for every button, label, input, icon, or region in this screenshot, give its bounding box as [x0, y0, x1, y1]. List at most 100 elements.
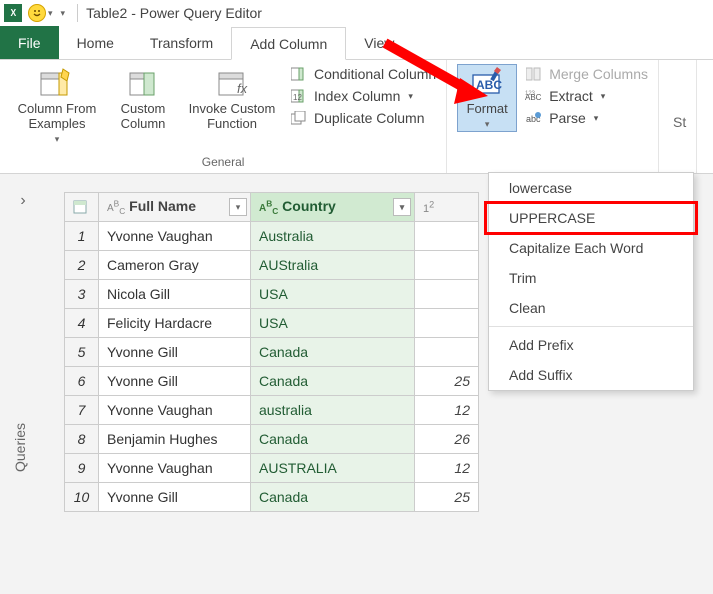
row-number[interactable]: 10 — [65, 483, 99, 512]
data-grid[interactable]: ABC Full Name ▾ ABC Country ▾ 12 1Yvonne… — [64, 192, 479, 512]
cell-full-name[interactable]: Nicola Gill — [99, 280, 251, 309]
row-number[interactable]: 4 — [65, 309, 99, 338]
row-number[interactable]: 2 — [65, 251, 99, 280]
table-row[interactable]: 10Yvonne GillCanada25 — [65, 483, 479, 512]
cell-number[interactable] — [415, 222, 479, 251]
table-row[interactable]: 9Yvonne VaughanAUSTRALIA12 — [65, 454, 479, 483]
menu-item-lowercase[interactable]: lowercase — [489, 173, 693, 203]
qat-overflow-icon[interactable]: ▾ — [61, 8, 66, 19]
column-header-full-name[interactable]: ABC Full Name ▾ — [99, 193, 251, 222]
menu-separator — [489, 326, 693, 327]
table-row[interactable]: 4Felicity HardacreUSA — [65, 309, 479, 338]
invoke-custom-function-label: Invoke Custom Function — [182, 102, 282, 132]
row-number[interactable]: 8 — [65, 425, 99, 454]
duplicate-column-label: Duplicate Column — [314, 110, 425, 126]
cell-number[interactable]: 12 — [415, 454, 479, 483]
menu-item-trim[interactable]: Trim — [489, 263, 693, 293]
duplicate-column-button[interactable]: Duplicate Column — [290, 110, 436, 126]
select-all-corner[interactable] — [65, 193, 99, 222]
invoke-custom-function-icon: fx — [214, 66, 250, 100]
chevron-down-icon: ▾ — [408, 91, 413, 102]
cell-full-name[interactable]: Benjamin Hughes — [99, 425, 251, 454]
table-row[interactable]: 5Yvonne GillCanada — [65, 338, 479, 367]
cell-country[interactable]: Australia — [251, 222, 415, 251]
row-number[interactable]: 7 — [65, 396, 99, 425]
cell-country[interactable]: USA — [251, 280, 415, 309]
menu-item-clean[interactable]: Clean — [489, 293, 693, 323]
custom-column-icon — [125, 66, 161, 100]
row-number[interactable]: 5 — [65, 338, 99, 367]
cell-country[interactable]: Canada — [251, 425, 415, 454]
chevron-down-icon: ▾ — [594, 113, 599, 124]
merge-columns-icon — [525, 66, 543, 82]
cell-full-name[interactable]: Yvonne Vaughan — [99, 454, 251, 483]
tab-view[interactable]: View — [346, 26, 412, 59]
cell-country[interactable]: Canada — [251, 338, 415, 367]
format-button[interactable]: ABC Format ▾ — [457, 64, 517, 132]
expand-queries-icon[interactable]: › — [20, 192, 25, 210]
index-column-button[interactable]: 12 Index Column ▾ — [290, 88, 436, 104]
cell-full-name[interactable]: Felicity Hardacre — [99, 309, 251, 338]
cell-country[interactable]: AUStralia — [251, 251, 415, 280]
merge-columns-button[interactable]: Merge Columns — [525, 66, 648, 82]
row-number[interactable]: 6 — [65, 367, 99, 396]
menu-item-uppercase[interactable]: UPPERCASE — [489, 203, 693, 233]
svg-text:123: 123 — [525, 91, 536, 97]
qat-dropdown-icon[interactable]: ▾ — [48, 8, 53, 19]
cell-number[interactable] — [415, 280, 479, 309]
cell-full-name[interactable]: Yvonne Gill — [99, 338, 251, 367]
extract-button[interactable]: ABC123 Extract ▾ — [525, 88, 648, 104]
cell-number[interactable]: 25 — [415, 483, 479, 512]
cell-number[interactable]: 25 — [415, 367, 479, 396]
tab-transform[interactable]: Transform — [132, 26, 231, 59]
row-number[interactable]: 9 — [65, 454, 99, 483]
column-header-country[interactable]: ABC Country ▾ — [251, 193, 415, 222]
cell-number[interactable] — [415, 338, 479, 367]
cell-full-name[interactable]: Cameron Gray — [99, 251, 251, 280]
excel-icon: X — [4, 4, 22, 22]
table-row[interactable]: 6Yvonne GillCanada25 — [65, 367, 479, 396]
cell-full-name[interactable]: Yvonne Vaughan — [99, 222, 251, 251]
table-row[interactable]: 1Yvonne VaughanAustralia — [65, 222, 479, 251]
row-number[interactable]: 1 — [65, 222, 99, 251]
cell-full-name[interactable]: Yvonne Vaughan — [99, 396, 251, 425]
cell-country[interactable]: Canada — [251, 367, 415, 396]
extract-label: Extract — [549, 88, 593, 104]
menu-item-add-prefix[interactable]: Add Prefix — [489, 330, 693, 360]
cell-number[interactable]: 26 — [415, 425, 479, 454]
cell-country[interactable]: AUSTRALIA — [251, 454, 415, 483]
parse-button[interactable]: abc Parse ▾ — [525, 110, 648, 126]
cell-number[interactable] — [415, 251, 479, 280]
conditional-column-label: Conditional Column — [314, 66, 436, 82]
table-row[interactable]: 2Cameron GrayAUStralia — [65, 251, 479, 280]
cell-country[interactable]: australia — [251, 396, 415, 425]
table-row[interactable]: 8Benjamin HughesCanada26 — [65, 425, 479, 454]
cell-number[interactable] — [415, 309, 479, 338]
cell-number[interactable]: 12 — [415, 396, 479, 425]
invoke-custom-function-button[interactable]: fx Invoke Custom Function — [182, 64, 282, 132]
table-row[interactable]: 3Nicola GillUSA — [65, 280, 479, 309]
column-from-examples-icon — [39, 66, 75, 100]
conditional-column-icon — [290, 66, 308, 82]
column-header-number[interactable]: 12 — [415, 193, 479, 222]
menu-item-add-suffix[interactable]: Add Suffix — [489, 360, 693, 390]
tab-home[interactable]: Home — [59, 26, 132, 59]
cell-full-name[interactable]: Yvonne Gill — [99, 367, 251, 396]
titlebar-divider — [77, 4, 78, 22]
tab-add-column[interactable]: Add Column — [231, 27, 346, 60]
row-number[interactable]: 3 — [65, 280, 99, 309]
tab-file[interactable]: File — [0, 26, 59, 59]
menu-item-capitalize[interactable]: Capitalize Each Word — [489, 233, 693, 263]
type-number-icon: 12 — [423, 203, 434, 215]
cell-country[interactable]: USA — [251, 309, 415, 338]
table-row[interactable]: 7Yvonne Vaughanaustralia12 — [65, 396, 479, 425]
filter-button[interactable]: ▾ — [229, 198, 247, 216]
filter-button[interactable]: ▾ — [393, 198, 411, 216]
column-from-examples-button[interactable]: Column From Examples ▾ — [10, 64, 104, 145]
conditional-column-button[interactable]: Conditional Column — [290, 66, 436, 82]
cell-full-name[interactable]: Yvonne Gill — [99, 483, 251, 512]
format-dropdown-menu: lowercase UPPERCASE Capitalize Each Word… — [488, 172, 694, 391]
type-text-icon: ABC — [107, 203, 125, 214]
cell-country[interactable]: Canada — [251, 483, 415, 512]
custom-column-button[interactable]: Custom Column — [112, 64, 174, 132]
